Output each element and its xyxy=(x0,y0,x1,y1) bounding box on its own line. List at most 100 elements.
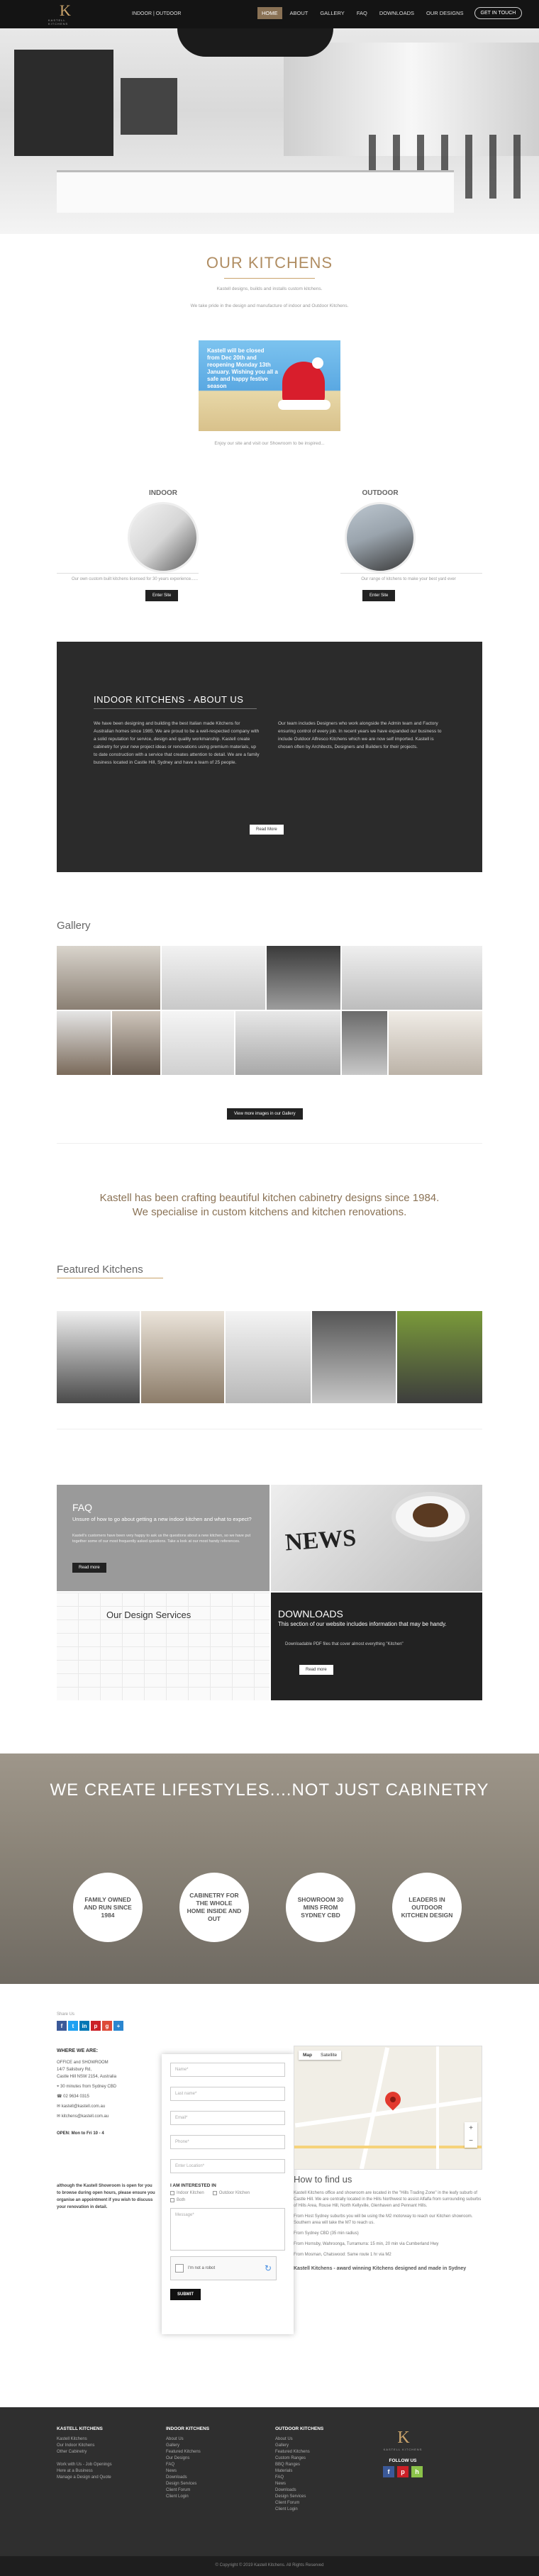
footer-link[interactable]: Gallery xyxy=(275,2443,323,2449)
featured-kitchen-image[interactable] xyxy=(312,1311,396,1403)
lifestyle-banner: WE CREATE LIFESTYLES....NOT JUST CABINET… xyxy=(0,1753,539,1984)
email-link[interactable]: kitchens@kastell.com.au xyxy=(62,2114,109,2119)
footer-link[interactable]: Client Forum xyxy=(166,2487,209,2494)
footer-link[interactable]: Featured Kitchens xyxy=(275,2449,323,2455)
gallery-image[interactable] xyxy=(162,946,265,1010)
footer-link[interactable]: Our Designs xyxy=(166,2455,209,2462)
email-link[interactable]: kastell@kastell.com.au xyxy=(62,2104,105,2109)
footer-link[interactable]: Gallery xyxy=(166,2443,209,2449)
houzz-icon[interactable]: h xyxy=(411,2466,423,2477)
footer-link[interactable]: Design Services xyxy=(166,2481,209,2487)
downloads-read-more-button[interactable]: Read more xyxy=(299,1665,333,1675)
gallery-image[interactable] xyxy=(162,1011,234,1075)
footer-link[interactable]: Custom Ranges xyxy=(275,2455,323,2462)
twitter-icon[interactable]: t xyxy=(68,2021,78,2031)
gallery-image[interactable] xyxy=(342,1011,387,1075)
news-image[interactable]: NEWS xyxy=(271,1485,482,1591)
footer-link[interactable]: Featured Kitchens xyxy=(166,2449,209,2455)
holiday-promo-banner[interactable]: Kastell will be closed from Dec 20th and… xyxy=(199,340,340,431)
footer-link[interactable]: News xyxy=(275,2481,323,2487)
message-textarea[interactable]: Message* xyxy=(170,2208,285,2251)
gallery-image[interactable] xyxy=(112,1011,160,1075)
name-field[interactable]: Name* xyxy=(170,2063,285,2077)
gallery-image[interactable] xyxy=(267,946,340,1010)
pinterest-icon[interactable]: p xyxy=(91,2021,101,2031)
kastell-logo[interactable]: K KASTELL KITCHENS xyxy=(48,3,81,26)
nav-about[interactable]: ABOUT xyxy=(286,7,313,19)
indoor-enter-site-button[interactable]: Enter Site xyxy=(145,590,179,601)
phone-link[interactable]: 02 9634 0315 xyxy=(63,2095,89,2099)
outdoor-kitchen-image[interactable] xyxy=(345,502,416,573)
indoor-kitchen-image[interactable] xyxy=(128,502,199,573)
pinterest-icon[interactable]: p xyxy=(397,2466,409,2477)
footer-link[interactable]: Downloads xyxy=(275,2487,323,2494)
satellite-tab[interactable]: Satellite xyxy=(316,2051,341,2060)
gallery-image[interactable] xyxy=(57,946,160,1010)
footer-link[interactable]: Here at a Business xyxy=(57,2468,112,2475)
gallery-image[interactable] xyxy=(342,946,482,1010)
footer-link[interactable]: BBQ Ranges xyxy=(275,2462,323,2468)
nav-home[interactable]: HOME xyxy=(257,7,282,19)
featured-kitchen-image[interactable] xyxy=(57,1311,140,1403)
outdoor-kitchen-checkbox[interactable]: Outdoor Kitchen xyxy=(212,2191,250,2195)
zoom-in-icon[interactable]: + xyxy=(465,2122,477,2135)
footer-link[interactable]: Client Login xyxy=(275,2507,323,2513)
nav-our-designs[interactable]: OUR DESIGNS xyxy=(422,7,468,19)
about-read-more-button[interactable]: Read More xyxy=(250,825,284,835)
footer-link[interactable]: Manage a Design and Quote xyxy=(57,2475,112,2481)
footer-link[interactable]: About Us xyxy=(275,2436,323,2443)
footer-link[interactable]: Design Services xyxy=(275,2494,323,2500)
featured-kitchen-image[interactable] xyxy=(141,1311,224,1403)
nav-gallery[interactable]: GALLERY xyxy=(316,7,348,19)
kitchens-lead-1: Kastell designs, builds and installs cus… xyxy=(216,286,323,291)
view-gallery-button[interactable]: View more images in our Gallery xyxy=(227,1108,303,1120)
gallery-image[interactable] xyxy=(235,1011,340,1075)
about-title: INDOOR KITCHENS - ABOUT US xyxy=(94,694,244,705)
footer-link[interactable]: About Us xyxy=(166,2436,209,2443)
footer-link[interactable]: Materials xyxy=(275,2468,323,2475)
footer-link[interactable]: Work with Us - Job Openings xyxy=(57,2462,112,2468)
last-name-field[interactable]: Last name* xyxy=(170,2087,285,2101)
footer-link[interactable]: FAQ xyxy=(275,2475,323,2481)
featured-kitchen-image[interactable] xyxy=(226,1311,311,1403)
outdoor-enter-site-button[interactable]: Enter Site xyxy=(362,590,396,601)
linkedin-icon[interactable]: in xyxy=(79,2021,89,2031)
both-checkbox[interactable]: Both xyxy=(170,2198,285,2202)
facebook-icon[interactable]: f xyxy=(383,2466,394,2477)
location-field[interactable]: Enter Location* xyxy=(170,2159,285,2173)
phone-field[interactable]: Phone* xyxy=(170,2135,285,2149)
map-pin-icon[interactable] xyxy=(382,2088,404,2111)
gallery-image[interactable] xyxy=(57,1011,111,1075)
email-field[interactable]: Email* xyxy=(170,2111,285,2125)
footer-link[interactable]: News xyxy=(166,2468,209,2475)
recaptcha-checkbox[interactable] xyxy=(175,2264,184,2273)
indoor-outdoor-switch[interactable]: INDOOR | OUTDOOR xyxy=(132,11,181,16)
featured-kitchen-image[interactable] xyxy=(397,1311,482,1403)
copyright-bar: © Copyright © 2019 Kastell Kitchens. All… xyxy=(0,2556,539,2576)
footer-link[interactable]: Client Login xyxy=(166,2494,209,2500)
facebook-icon[interactable]: f xyxy=(57,2021,67,2031)
lifestyle-title: WE CREATE LIFESTYLES....NOT JUST CABINET… xyxy=(50,1780,489,1800)
zoom-out-icon[interactable]: − xyxy=(465,2135,477,2148)
footer-link[interactable]: Client Forum xyxy=(275,2500,323,2507)
about-text-right: Our team includes Designers who work alo… xyxy=(278,721,442,749)
nav-downloads[interactable]: DOWNLOADS xyxy=(375,7,418,19)
faq-read-more-button[interactable]: Read more xyxy=(72,1563,106,1573)
map-tab[interactable]: Map xyxy=(299,2051,316,2060)
more-share-icon[interactable]: + xyxy=(113,2021,123,2031)
footer-link[interactable]: Other Cabinetry xyxy=(57,2449,112,2455)
google-plus-icon[interactable]: g xyxy=(102,2021,112,2031)
gallery-image[interactable] xyxy=(389,1011,482,1075)
footer-link[interactable]: Our Indoor Kitchens xyxy=(57,2443,112,2449)
footer-link[interactable]: Downloads xyxy=(166,2475,209,2481)
downloads-panel: DOWNLOADS This section of our website in… xyxy=(271,1593,482,1700)
submit-button[interactable]: SUBMIT xyxy=(170,2289,201,2300)
design-services-panel[interactable]: Our Design Services xyxy=(57,1593,270,1700)
nav-faq[interactable]: FAQ xyxy=(352,7,372,19)
footer-link[interactable]: Kastell Kitchens xyxy=(57,2436,112,2443)
location-map[interactable]: Map Satellite + − xyxy=(294,2046,482,2170)
footer-link[interactable]: FAQ xyxy=(166,2462,209,2468)
indoor-kitchen-checkbox[interactable]: Indoor Kitchen xyxy=(170,2191,204,2195)
get-in-touch-button[interactable]: GET IN TOUCH xyxy=(474,7,523,19)
recaptcha-widget[interactable]: I'm not a robot ↻ xyxy=(170,2256,277,2280)
